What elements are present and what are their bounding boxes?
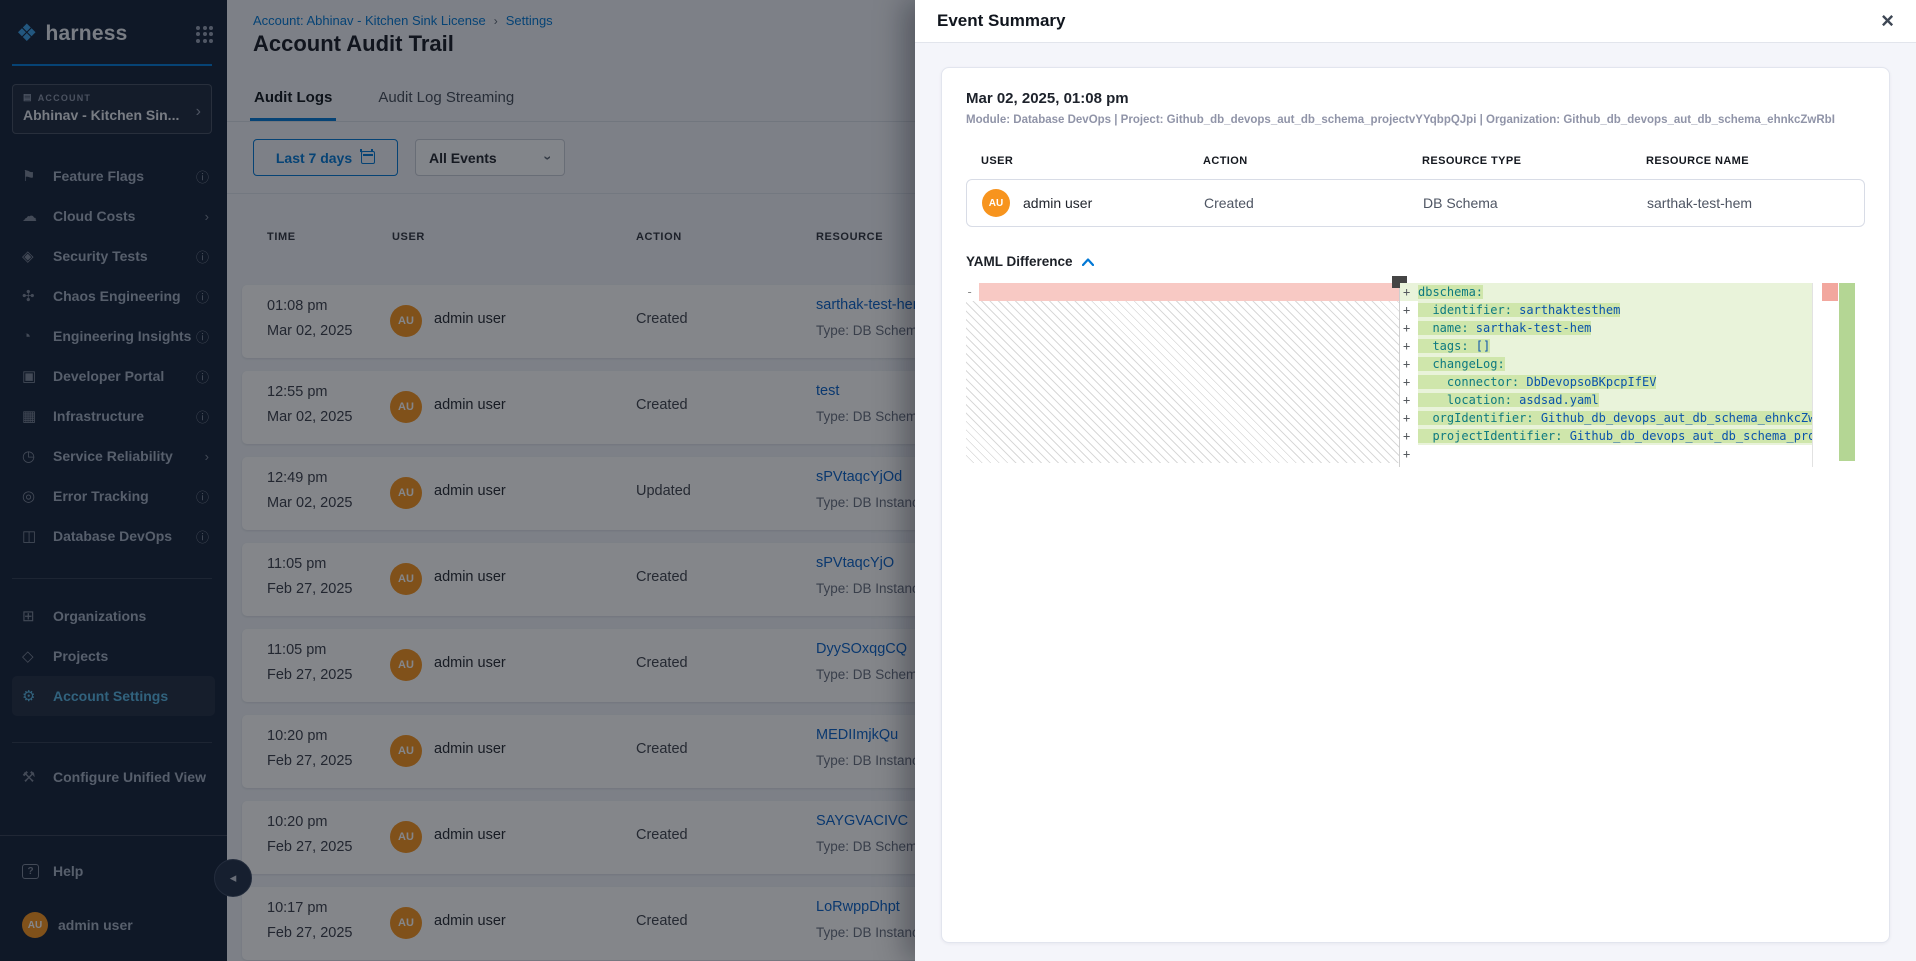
- column-header-resource-name: RESOURCE NAME: [1646, 155, 1749, 167]
- chevron-up-icon: [1082, 258, 1094, 266]
- diff-added-marker: +: [1400, 427, 1418, 445]
- event-timestamp: Mar 02, 2025, 01:08 pm: [966, 90, 1865, 107]
- summary-user: admin user: [1023, 195, 1092, 211]
- summary-table-header: USER ACTION RESOURCE TYPE RESOURCE NAME: [966, 155, 1865, 167]
- diff-added-marker: +: [1400, 301, 1418, 319]
- diff-content-edge: [1812, 283, 1813, 467]
- diff-added-line: +: [1400, 445, 1865, 463]
- diff-added-line: + identifier: sarthaktesthem: [1400, 301, 1865, 319]
- user-avatar: AU: [982, 189, 1010, 217]
- yaml-line: dbschema:: [1418, 283, 1813, 301]
- diff-overview-ruler: [1822, 283, 1855, 461]
- diff-modified-pane: +dbschema:+ identifier: sarthaktesthem+ …: [1400, 283, 1865, 467]
- yaml-line: name: sarthak-test-hem: [1418, 319, 1813, 337]
- summary-resource-name: sarthak-test-hem: [1647, 195, 1752, 211]
- ruler-added-mark: [1839, 283, 1855, 461]
- close-icon[interactable]: ×: [1881, 10, 1894, 32]
- diff-original-pane: -: [966, 283, 1399, 463]
- diff-added-marker: +: [1400, 409, 1418, 427]
- diff-removed-line: [979, 283, 1399, 301]
- yaml-line: changeLog:: [1418, 355, 1813, 373]
- yaml-line: identifier: sarthaktesthem: [1418, 301, 1813, 319]
- summary-table-row: AU admin user Created DB Schema sarthak-…: [966, 179, 1865, 227]
- drawer-body: Mar 02, 2025, 01:08 pm Module: Database …: [915, 43, 1916, 961]
- diff-added-line: + connector: DbDevopsoBKpcpIfEV: [1400, 373, 1865, 391]
- yaml-line: projectIdentifier: Github_db_devops_aut_…: [1418, 427, 1813, 445]
- yaml-difference-toggle[interactable]: YAML Difference: [966, 254, 1865, 269]
- diff-added-line: + projectIdentifier: Github_db_devops_au…: [1400, 427, 1865, 445]
- yaml-line: connector: DbDevopsoBKpcpIfEV: [1418, 373, 1813, 391]
- yaml-line: [1418, 445, 1813, 463]
- yaml-difference-label: YAML Difference: [966, 254, 1073, 269]
- column-header-resource-type: RESOURCE TYPE: [1422, 155, 1646, 167]
- ruler-removed-mark: [1822, 283, 1838, 301]
- event-meta: Module: Database DevOps | Project: Githu…: [966, 114, 1865, 126]
- diff-added-marker: +: [1400, 373, 1418, 391]
- summary-action: Created: [1204, 195, 1423, 211]
- diff-added-line: + name: sarthak-test-hem: [1400, 319, 1865, 337]
- diff-removed-marker: -: [966, 283, 979, 301]
- diff-added-marker: +: [1400, 391, 1418, 409]
- diff-added-line: + location: asdsad.yaml: [1400, 391, 1865, 409]
- summary-resource-type: DB Schema: [1423, 195, 1647, 211]
- diff-added-line: + tags: []: [1400, 337, 1865, 355]
- yaml-line: orgIdentifier: Github_db_devops_aut_db_s…: [1418, 409, 1813, 427]
- diff-added-marker: +: [1400, 445, 1418, 463]
- diff-added-marker: +: [1400, 355, 1418, 373]
- diff-added-line: +dbschema:: [1400, 283, 1865, 301]
- diff-added-line: + changeLog:: [1400, 355, 1865, 373]
- diff-added-line: + orgIdentifier: Github_db_devops_aut_db…: [1400, 409, 1865, 427]
- column-header-action: ACTION: [1203, 155, 1422, 167]
- yaml-line: tags: []: [1418, 337, 1813, 355]
- column-header-user: USER: [981, 155, 1203, 167]
- yaml-diff-editor[interactable]: - +dbschema:+ identifier: sarthaktesthem…: [966, 283, 1865, 467]
- diff-empty-hatch: [966, 301, 1399, 463]
- drawer-header: Event Summary ×: [915, 0, 1916, 43]
- diff-added-marker: +: [1400, 283, 1418, 301]
- yaml-line: location: asdsad.yaml: [1418, 391, 1813, 409]
- event-summary-drawer: Event Summary × Mar 02, 2025, 01:08 pm M…: [915, 0, 1916, 961]
- diff-added-marker: +: [1400, 337, 1418, 355]
- drawer-title: Event Summary: [937, 11, 1066, 31]
- diff-added-marker: +: [1400, 319, 1418, 337]
- event-summary-card: Mar 02, 2025, 01:08 pm Module: Database …: [941, 67, 1890, 943]
